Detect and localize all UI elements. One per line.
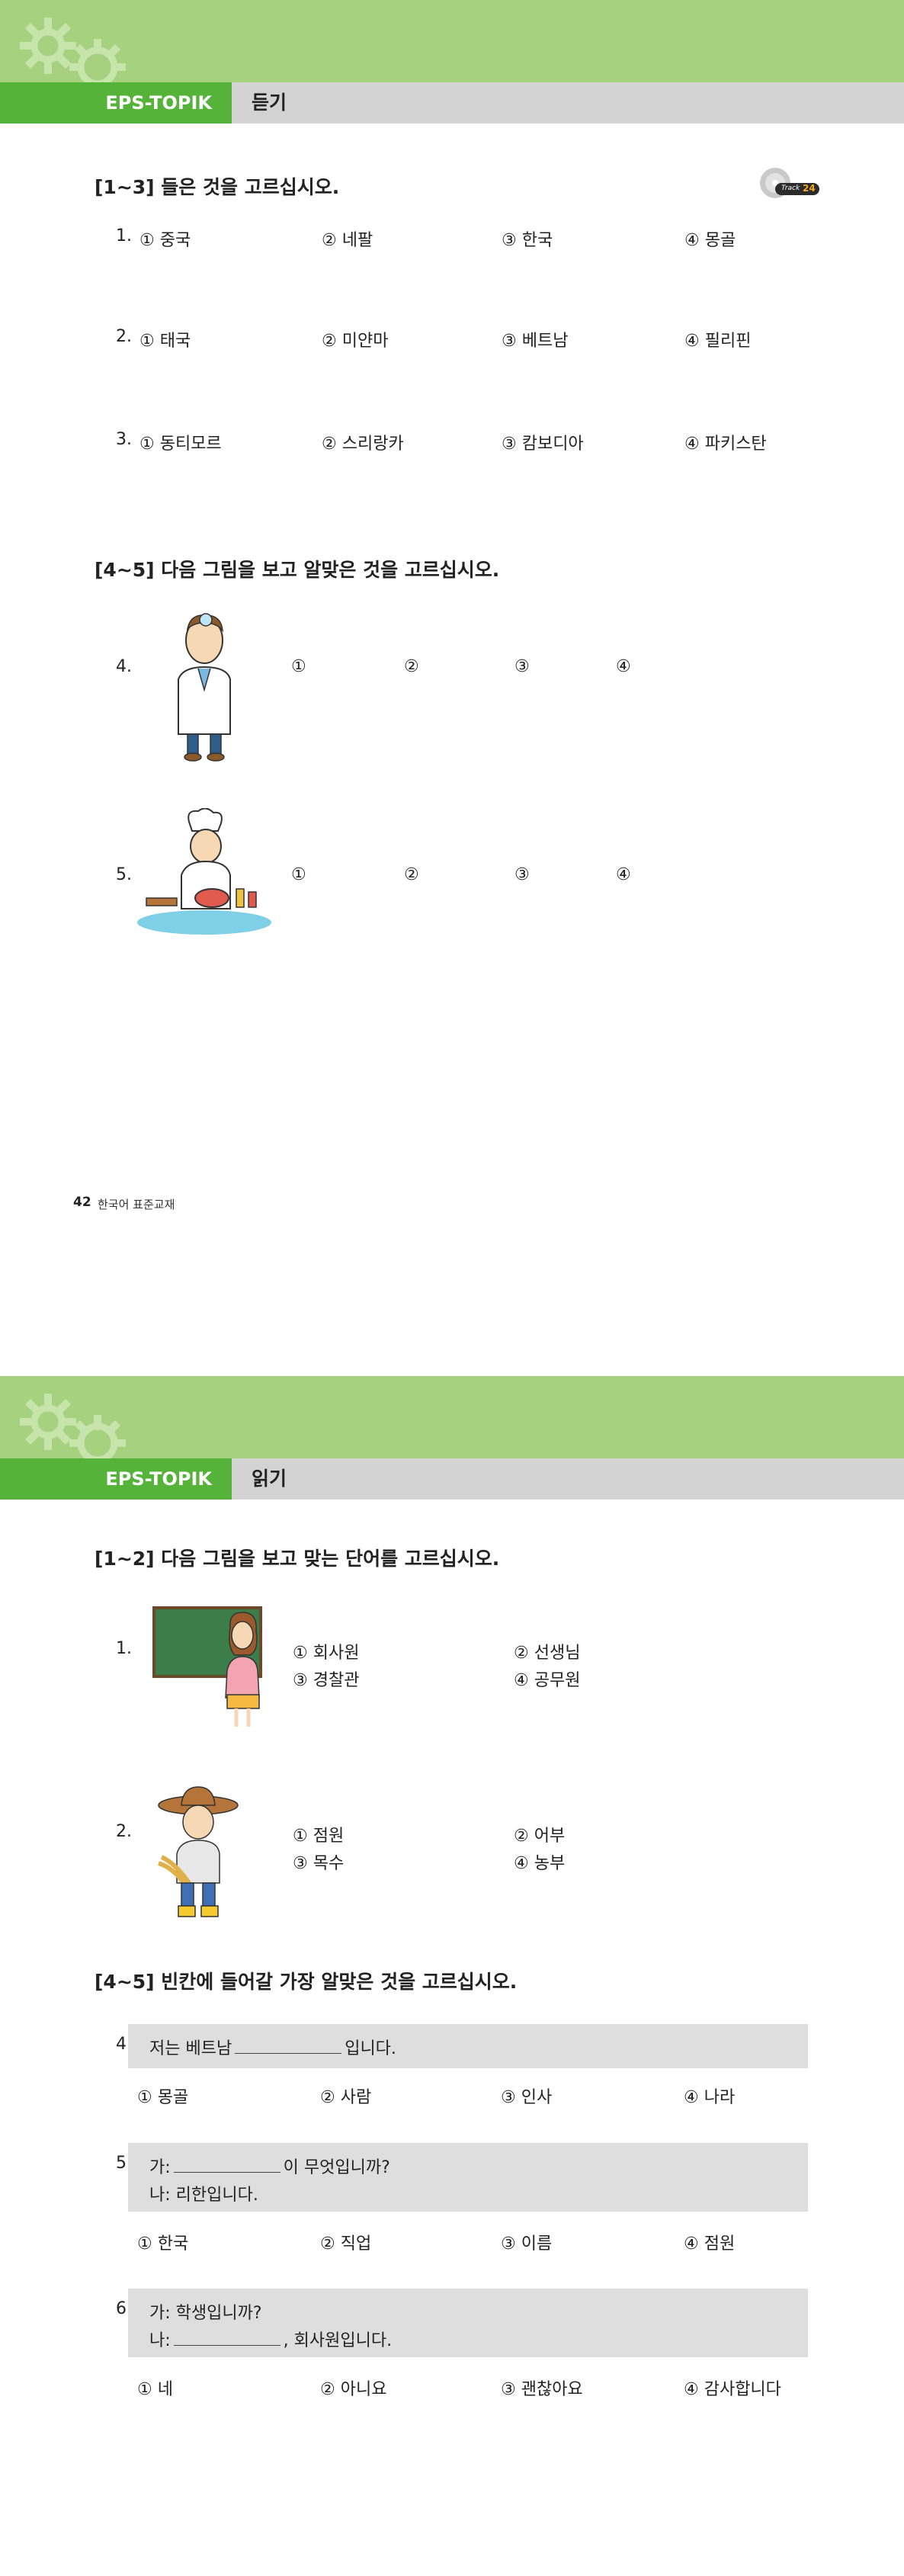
answer-blank: [235, 2039, 342, 2054]
header-banner: [0, 0, 904, 82]
choice-mark-1[interactable]: ①: [291, 657, 306, 676]
option-4[interactable]: ④ 파키스탄: [684, 430, 767, 454]
option-1[interactable]: ① 중국: [139, 226, 191, 251]
option-1[interactable]: ① 점원: [293, 1822, 344, 1846]
part1-title: [1~3] 들은 것을 고르십시오.: [95, 176, 340, 198]
option-1[interactable]: ① 몽골: [137, 2084, 188, 2108]
question-number: 2.: [116, 327, 132, 346]
option-3[interactable]: ③ 괜찮아요: [501, 2376, 583, 2400]
option-4[interactable]: ④ 점원: [684, 2230, 735, 2254]
option-2[interactable]: ② 미얀마: [322, 327, 388, 351]
question-line-1: 가: 학생입니까?: [149, 2304, 262, 2323]
option-4[interactable]: ④ 공무원: [514, 1667, 580, 1691]
option-1[interactable]: ① 네: [137, 2376, 173, 2400]
text-after-blank: 입니다.: [345, 2039, 396, 2058]
text-before-blank: 나:: [149, 2331, 171, 2350]
option-3[interactable]: ③ 이름: [501, 2230, 552, 2254]
page-reading: EPS-TOPIK 읽기 [1~2] 다음 그림을 보고 맞는 단어를 고르십시…: [0, 1376, 904, 2576]
brand-tab: EPS-TOPIK: [0, 82, 232, 124]
section-label: 읽기: [252, 1468, 287, 1490]
option-3[interactable]: ③ 인사: [501, 2084, 552, 2108]
text-before-blank: 가:: [149, 2158, 171, 2177]
option-2[interactable]: ② 아니요: [320, 2376, 386, 2400]
page-listening: EPS-TOPIK 듣기 Track 24 [1~3] 들은 것을 고르십시오.…: [0, 0, 904, 1296]
choice-mark-2[interactable]: ②: [404, 865, 419, 884]
question-number: 3.: [116, 430, 132, 449]
option-3[interactable]: ③ 캄보디아: [502, 430, 584, 454]
choice-mark-1[interactable]: ①: [291, 865, 306, 884]
text-before-blank: 저는 베트남: [149, 2039, 232, 2058]
teacher-illustration: [152, 1606, 262, 1727]
option-4[interactable]: ④ 나라: [684, 2084, 735, 2108]
part2-title: [4~5] 빈칸에 들어갈 가장 알맞은 것을 고르십시오.: [95, 1971, 518, 1993]
doctor-illustration: [178, 613, 231, 762]
option-2[interactable]: ② 어부: [514, 1822, 565, 1846]
option-1[interactable]: ① 동티모르: [139, 430, 222, 454]
option-4[interactable]: ④ 몽골: [684, 226, 736, 251]
option-3[interactable]: ③ 베트남: [502, 327, 568, 351]
question-number: 2.: [116, 1822, 132, 1841]
gear-icon: [20, 1394, 126, 1464]
question-text: 저는 베트남 입니다.: [149, 2035, 396, 2059]
option-4[interactable]: ④ 감사합니다: [684, 2376, 781, 2400]
option-2[interactable]: ② 선생님: [514, 1639, 580, 1663]
track-number: 24: [803, 183, 816, 194]
option-2[interactable]: ② 사람: [320, 2084, 371, 2108]
option-3[interactable]: ③ 경찰관: [293, 1667, 359, 1691]
option-2[interactable]: ② 스리랑카: [322, 430, 404, 454]
question-number: 1.: [116, 1639, 132, 1658]
choice-mark-4[interactable]: ④: [616, 657, 631, 676]
page-number: 42: [73, 1195, 91, 1210]
option-3[interactable]: ③ 목수: [293, 1849, 344, 1874]
option-2[interactable]: ② 직업: [320, 2230, 371, 2254]
option-1[interactable]: ① 한국: [137, 2230, 188, 2254]
gear-icon: [20, 18, 126, 88]
option-4[interactable]: ④ 필리핀: [684, 327, 751, 351]
answer-blank: [173, 2331, 280, 2346]
part1-title: [1~2] 다음 그림을 보고 맞는 단어를 고르십시오.: [95, 1548, 500, 1570]
choice-mark-2[interactable]: ②: [404, 657, 419, 676]
section-label: 듣기: [252, 91, 287, 114]
option-3[interactable]: ③ 한국: [502, 226, 553, 251]
text-after-blank: 이 무엇입니까?: [283, 2158, 390, 2177]
option-4[interactable]: ④ 농부: [514, 1849, 565, 1874]
question-number: 1.: [116, 226, 132, 245]
track-label: Track: [781, 184, 800, 192]
choice-mark-3[interactable]: ③: [515, 657, 530, 676]
question-line-1: 가: 이 무엇입니까?: [149, 2154, 390, 2178]
option-1[interactable]: ① 태국: [139, 327, 191, 351]
text-after-blank: , 회사원입니다.: [283, 2331, 393, 2350]
option-1[interactable]: ① 회사원: [293, 1639, 359, 1663]
track-pill: Track 24: [775, 183, 819, 195]
part2-title: [4~5] 다음 그림을 보고 알맞은 것을 고르십시오.: [95, 559, 500, 581]
option-2[interactable]: ② 네팔: [322, 226, 373, 251]
chef-illustration: [137, 808, 271, 935]
farmer-illustration: [158, 1786, 239, 1917]
choice-mark-4[interactable]: ④: [616, 865, 631, 884]
header-banner: [0, 1376, 904, 1458]
answer-blank: [173, 2158, 280, 2173]
question-line-2: 나: , 회사원입니다.: [149, 2327, 392, 2351]
question-line-2: 나: 리한입니다.: [149, 2186, 258, 2205]
question-number: 5.: [116, 865, 132, 884]
book-title: 한국어 표준교재: [98, 1198, 175, 1211]
choice-mark-3[interactable]: ③: [515, 865, 530, 884]
question-number: 4.: [116, 657, 132, 676]
brand-tab: EPS-TOPIK: [0, 1458, 232, 1500]
audio-track-badge: Track 24: [758, 166, 824, 200]
